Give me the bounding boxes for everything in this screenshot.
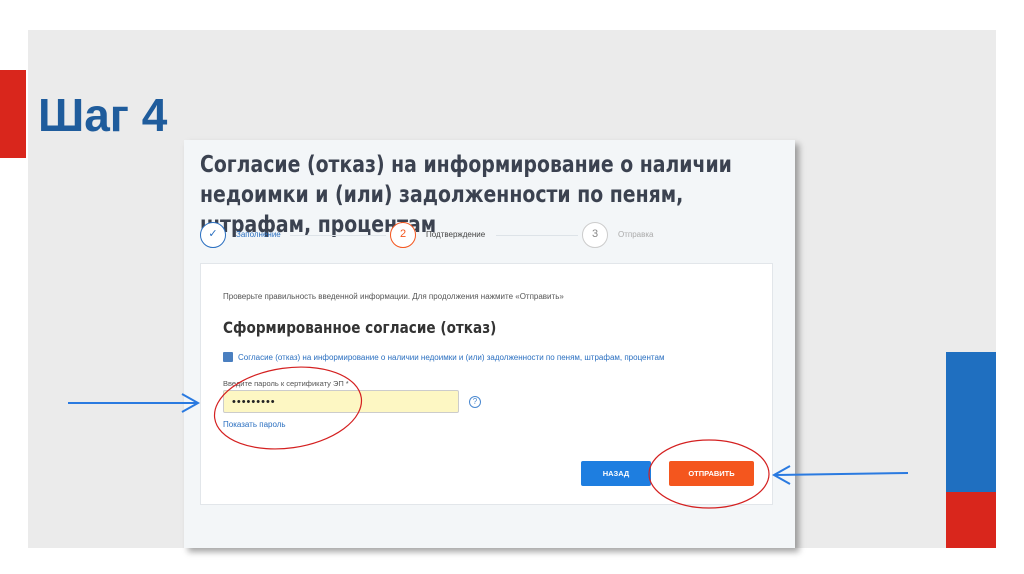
blue-accent-bar (946, 352, 996, 492)
document-link[interactable]: Согласие (отказ) на информирование о нал… (223, 352, 664, 362)
stepper: ✓ Заполнение 2 Подтверждение 3 Отправка (200, 222, 760, 250)
back-button[interactable]: НАЗАД (581, 461, 651, 486)
document-link-text: Согласие (отказ) на информирование о нал… (238, 352, 665, 362)
step-3-label: Отправка (618, 230, 654, 239)
password-label: Введите пароль к сертификату ЭП * (223, 379, 349, 388)
step-connector (496, 235, 578, 236)
pdf-file-icon (223, 352, 233, 362)
step-1-check-icon: ✓ (200, 222, 226, 248)
slide-title: Шаг 4 (38, 89, 168, 141)
step-2-circle: 2 (390, 222, 416, 248)
password-input[interactable]: ••••••••• (223, 390, 459, 413)
send-button[interactable]: ОТПРАВИТЬ (669, 461, 754, 486)
step-2-label: Подтверждение (426, 230, 486, 239)
help-icon[interactable]: ? (469, 396, 481, 408)
red-accent-bar (0, 70, 26, 158)
confirmation-card: Проверьте правильность введенной информа… (200, 263, 773, 505)
screenshot: Согласие (отказ) на информирование о нал… (184, 140, 795, 548)
step-1-label: Заполнение (236, 230, 281, 239)
step-3-circle: 3 (582, 222, 608, 248)
section-heading: Сформированное согласие (отказ) (223, 318, 497, 337)
hint-text: Проверьте правильность введенной информа… (223, 292, 564, 301)
red-accent-bar-bottom (946, 492, 996, 548)
show-password-link[interactable]: Показать пароль (223, 420, 286, 429)
step-connector (290, 235, 386, 236)
